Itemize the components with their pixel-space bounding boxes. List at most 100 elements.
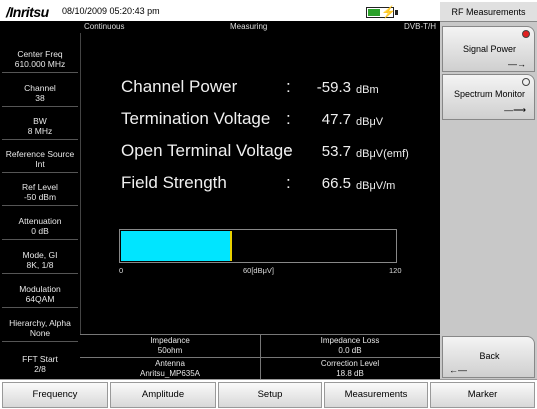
battery-icon: ⚡: [366, 5, 396, 19]
menu-measurements[interactable]: Measurements: [324, 382, 428, 408]
param-label: Reference Source: [5, 149, 75, 159]
signal-power-button[interactable]: Signal Power —→: [442, 26, 535, 72]
param-label: Mode, GI: [22, 250, 58, 260]
measurement-state: Measuring: [230, 22, 268, 31]
param-modulation: Modulation 64QAM: [0, 284, 80, 304]
open-terminal-voltage-value: 53.7: [321, 143, 351, 160]
softkey-panel: RF Measurements Signal Power —→ Spectrum…: [440, 2, 537, 379]
param-ref-level: Ref Level -50 dBm: [0, 182, 80, 202]
channel-power-label: Channel Power: [121, 77, 238, 96]
active-indicator-icon: [522, 30, 530, 38]
correction-level-label: Correction Level: [320, 359, 380, 368]
charging-bolt-icon: ⚡: [381, 5, 396, 19]
divider: [2, 341, 78, 342]
param-value: 610.000 MHz: [14, 59, 66, 69]
bargraph-fill: [121, 231, 230, 261]
impedance-loss-label: Impedance Loss: [320, 336, 380, 345]
param-value: 64QAM: [25, 294, 55, 304]
divider: [2, 106, 78, 107]
param-value: 8K, 1/8: [26, 260, 54, 270]
termination-voltage-unit: dBμV: [356, 116, 384, 128]
channel-power-value: -59.3: [316, 79, 351, 96]
param-value: 2/8: [34, 364, 46, 374]
param-label: Center Freq: [17, 49, 63, 59]
inactive-indicator-icon: [522, 78, 530, 86]
bargraph-tick-max: 120: [389, 266, 402, 275]
battery-level: [368, 9, 380, 16]
bargraph-tick-mid: 60[dBμV]: [243, 266, 275, 275]
param-value: 38: [35, 93, 45, 103]
antenna-cell: Antenna Anritsu_MP635A: [80, 358, 260, 380]
param-bandwidth: BW 8 MHz: [0, 116, 80, 136]
field-strength-unit: dBμV/m: [356, 180, 396, 192]
correction-level-cell: Correction Level 18.8 dB: [260, 358, 440, 380]
impedance-cell: Impedance 50ohm: [80, 335, 260, 357]
menu-title: RF Measurements: [440, 2, 537, 22]
param-label: Modulation: [19, 284, 61, 294]
info-table: Impedance 50ohm Impedance Loss 0.0 dB An…: [80, 334, 440, 380]
standard-label: DVB-T/H: [404, 22, 436, 31]
divider: [2, 172, 78, 173]
param-label: Channel: [24, 83, 56, 93]
menu-setup[interactable]: Setup: [218, 382, 322, 408]
param-value: -50 dBm: [23, 192, 57, 202]
field-strength-value: 66.5: [321, 175, 351, 192]
back-button[interactable]: Back ←—: [442, 336, 535, 378]
title-bar: /Inritsu 08/10/2009 05:20:43 pm ⚡: [2, 2, 440, 21]
param-channel: Channel 38: [0, 83, 80, 103]
anritsu-logo: /Inritsu: [6, 4, 49, 20]
open-terminal-voltage-label: Open Terminal Voltage: [121, 141, 293, 160]
param-label: Attenuation: [18, 216, 62, 226]
status-line: Continuous Measuring DVB-T/H: [80, 21, 440, 33]
level-bargraph: [119, 229, 397, 263]
open-terminal-voltage-unit: dBμV(emf): [356, 148, 409, 160]
submenu-arrow-icon: —→: [508, 59, 526, 69]
correction-level-value: 18.8 dB: [336, 369, 364, 378]
back-arrow-icon: ←—: [449, 365, 467, 375]
channel-power-unit: dBm: [356, 84, 379, 96]
bargraph-marker: [230, 231, 232, 261]
divider: [2, 273, 78, 274]
param-attenuation: Attenuation 0 dB: [0, 216, 80, 236]
back-label: Back: [479, 351, 500, 361]
menu-amplitude[interactable]: Amplitude: [110, 382, 216, 408]
date-time: 08/10/2009 05:20:43 pm: [62, 6, 160, 16]
parameter-panel: Center Freq 610.000 MHz Channel 38 BW 8 …: [0, 21, 80, 379]
menu-marker[interactable]: Marker: [430, 382, 535, 408]
antenna-label: Antenna: [155, 359, 185, 368]
submenu-arrow-icon: —⟶: [504, 105, 526, 115]
param-value: 8 MHz: [27, 126, 53, 136]
param-fft-start: FFT Start 2/8: [0, 354, 80, 374]
field-strength-label: Field Strength: [121, 173, 227, 192]
divider: [2, 307, 78, 308]
spectrum-monitor-button[interactable]: Spectrum Monitor —⟶: [442, 74, 535, 120]
param-hierarchy-alpha: Hierarchy, Alpha None: [0, 318, 80, 338]
divider: [2, 205, 78, 206]
param-center-freq: Center Freq 610.000 MHz: [0, 49, 80, 69]
termination-voltage-value: 47.7: [321, 111, 351, 128]
param-value: Int: [35, 159, 45, 169]
impedance-label: Impedance: [150, 336, 190, 345]
antenna-value: Anritsu_MP635A: [139, 369, 201, 378]
battery-tip: [395, 10, 398, 15]
param-label: Ref Level: [22, 182, 58, 192]
divider: [2, 139, 78, 140]
param-label: BW: [33, 116, 47, 126]
measurement-display: Channel Power : -59.3 dBm Termination Vo…: [80, 33, 440, 334]
impedance-value: 50ohm: [157, 346, 183, 355]
termination-voltage-label: Termination Voltage: [121, 109, 271, 128]
param-label: FFT Start: [22, 354, 58, 364]
param-value: 0 dB: [31, 226, 49, 236]
menu-frequency[interactable]: Frequency: [2, 382, 108, 408]
sweep-mode: Continuous: [84, 22, 125, 31]
param-label: Hierarchy, Alpha: [9, 318, 71, 328]
impedance-loss-cell: Impedance Loss 0.0 dB: [260, 335, 440, 357]
spectrum-monitor-label: Spectrum Monitor: [453, 89, 526, 99]
impedance-loss-value: 0.0 dB: [338, 346, 362, 355]
divider: [2, 72, 78, 73]
signal-power-label: Signal Power: [462, 44, 517, 54]
param-value: None: [29, 328, 51, 338]
main-menu-bar: Frequency Amplitude Setup Measurements M…: [0, 379, 537, 409]
param-mode-gi: Mode, GI 8K, 1/8: [0, 250, 80, 270]
param-reference-source: Reference Source Int: [0, 149, 80, 169]
